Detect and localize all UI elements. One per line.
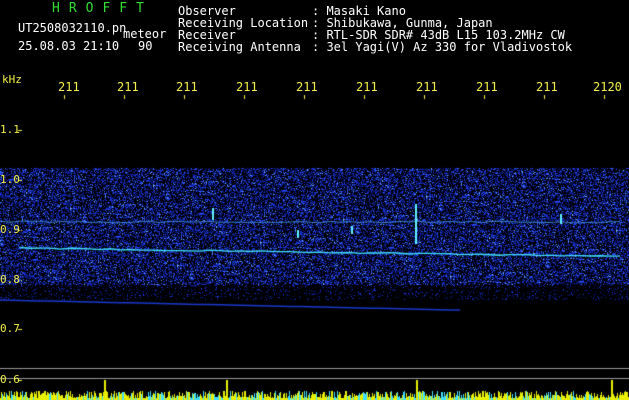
- x-tick-4: 211: [236, 80, 258, 94]
- x-tick-5: 211: [296, 80, 318, 94]
- info-label-antenna: Receiving Antenna: [178, 40, 301, 54]
- spectrogram[interactable]: [0, 0, 629, 400]
- y-tick-1.1: 1.1: [0, 123, 20, 136]
- x-tick-6: 211: [356, 80, 378, 94]
- file-name: UT2508032110.pn: [18, 21, 127, 35]
- time-value: 90: [138, 39, 153, 53]
- x-tick-2: 211: [117, 80, 139, 94]
- x-tick-3: 211: [176, 80, 198, 94]
- y-tick-0.6: 0.6: [0, 373, 20, 386]
- x-tick-9: 211: [536, 80, 558, 94]
- y-tick-0.8: 0.8: [0, 273, 20, 286]
- y-axis-unit: kHz: [2, 73, 22, 86]
- y-tick-1.0: 1.0: [0, 173, 20, 186]
- x-tick-1: 211: [58, 80, 80, 94]
- info-value-antenna: : 3el Yagi(V) Az 330 for Vladivostok: [312, 40, 573, 54]
- y-tick-0.9: 0.9: [0, 223, 20, 236]
- x-tick-10: 2120: [593, 80, 622, 94]
- x-tick-7: 211: [416, 80, 438, 94]
- y-tick-0.7: 0.7: [0, 322, 20, 335]
- app-title: HROFFT: [52, 1, 153, 16]
- x-tick-8: 211: [476, 80, 498, 94]
- time-stamp: 25.08.03 21:10: [18, 39, 120, 53]
